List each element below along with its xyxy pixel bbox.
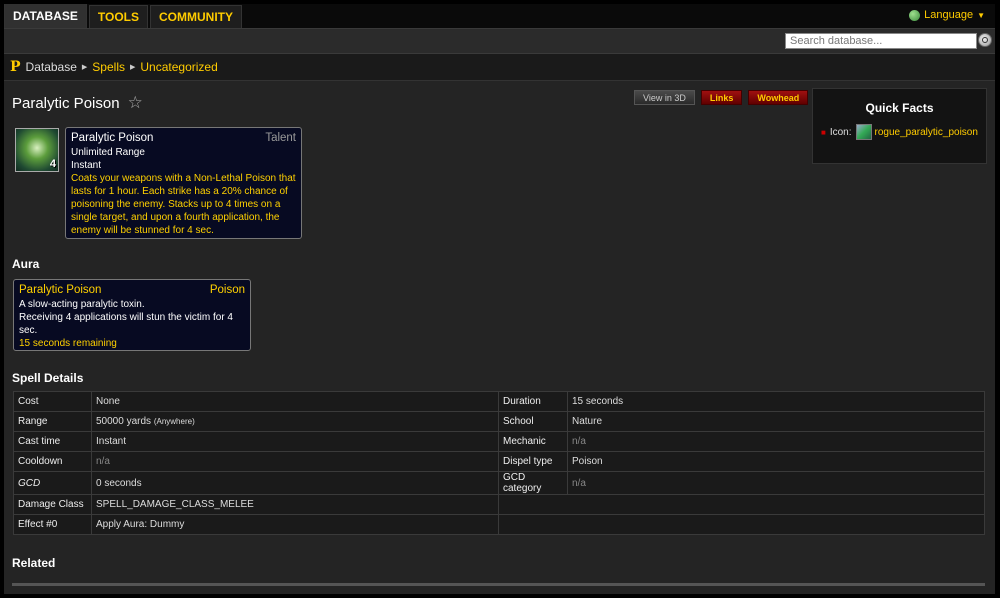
table-row: Cooldown n/a Dispel type Poison xyxy=(13,451,985,472)
breadcrumb-uncategorized[interactable]: Uncategorized xyxy=(140,60,217,74)
quick-facts-icon-label: Icon: xyxy=(829,126,852,138)
site-logo[interactable]: P xyxy=(10,59,21,75)
nav-tab-database[interactable]: DATABASE xyxy=(4,4,87,28)
wowhead-button[interactable]: Wowhead xyxy=(748,90,809,105)
aura-section-title: Aura xyxy=(12,257,40,271)
detail-label: Range xyxy=(13,411,92,432)
table-row: Damage Class SPELL_DAMAGE_CLASS_MELEE xyxy=(13,494,985,515)
detail-value: None xyxy=(91,391,499,412)
spell-thumbnail-icon xyxy=(855,124,872,140)
detail-label: Cooldown xyxy=(13,451,92,472)
detail-label: Duration xyxy=(498,391,568,412)
breadcrumb-database[interactable]: Database xyxy=(26,60,77,74)
empty-cell xyxy=(498,514,985,535)
view-in-3d-button[interactable]: View in 3D xyxy=(634,90,695,105)
detail-value: Instant xyxy=(91,431,499,452)
nav-tab-tools[interactable]: TOOLS xyxy=(88,5,149,28)
tooltip-spell-type: Talent xyxy=(265,132,296,144)
detail-label: Damage Class xyxy=(13,494,92,515)
detail-label: Cost xyxy=(13,391,92,412)
table-row: Effect #0 Apply Aura: Dummy xyxy=(13,514,985,535)
tooltip-spell-name: Paralytic Poison xyxy=(71,132,154,144)
related-tabs-divider xyxy=(12,583,985,586)
quick-facts-icon-row: ■ Icon: rogue_paralytic_poison xyxy=(821,124,986,140)
quick-facts-panel: Quick Facts ■ Icon: rogue_paralytic_pois… xyxy=(812,88,987,164)
language-selector[interactable]: Language ▼ xyxy=(909,9,985,21)
breadcrumb-spells[interactable]: Spells xyxy=(92,60,125,74)
tooltip-cast-time: Instant xyxy=(71,160,102,171)
related-section-title: Related xyxy=(12,556,56,570)
detail-value: SPELL_DAMAGE_CLASS_MELEE xyxy=(91,494,499,515)
table-row: Cost None Duration 15 seconds xyxy=(13,391,985,412)
globe-icon xyxy=(909,9,921,21)
aura-description-1: A slow-acting paralytic toxin. xyxy=(19,299,145,310)
tooltip-range: Unlimited Range xyxy=(71,147,145,158)
top-navigation: DATABASE TOOLS COMMUNITY Language ▼ xyxy=(4,4,995,28)
detail-value: n/a xyxy=(567,471,985,495)
caret-down-icon: ▼ xyxy=(977,10,985,20)
main-content: Paralytic Poison ☆ View in 3D Links Wowh… xyxy=(4,80,995,594)
detail-value: n/a xyxy=(567,431,985,452)
detail-label: Cast time xyxy=(13,431,92,452)
detail-label: Mechanic xyxy=(498,431,568,452)
detail-label: Effect #0 xyxy=(13,514,92,535)
search-bar xyxy=(4,28,995,54)
aura-tooltip: Paralytic Poison Poison A slow-acting pa… xyxy=(13,279,251,351)
detail-value: Nature xyxy=(567,411,985,432)
spell-details-table: Cost None Duration 15 seconds Range 5000… xyxy=(13,391,985,535)
breadcrumb: P Database ▶ Spells ▶ Uncategorized xyxy=(4,54,995,80)
search-input[interactable] xyxy=(785,33,977,49)
table-row: Range 50000 yards (Anywhere) School Natu… xyxy=(13,411,985,432)
detail-value: Apply Aura: Dummy xyxy=(91,514,499,535)
empty-cell xyxy=(498,494,985,515)
action-buttons: View in 3D Links Wowhead xyxy=(634,90,809,105)
aura-description-2: Receiving 4 applications will stun the v… xyxy=(19,312,233,336)
detail-label: Dispel type xyxy=(498,451,568,472)
star-icon[interactable]: ☆ xyxy=(128,93,143,113)
bullet-icon: ■ xyxy=(821,127,826,137)
table-row: Cast time Instant Mechanic n/a xyxy=(13,431,985,452)
table-row: GCD 0 seconds GCD category n/a xyxy=(13,471,985,495)
links-button[interactable]: Links xyxy=(700,90,743,105)
detail-value: n/a xyxy=(91,451,499,472)
aura-type: Poison xyxy=(209,284,245,296)
breadcrumb-separator-icon: ▶ xyxy=(129,64,136,71)
search-icon[interactable] xyxy=(978,33,992,47)
nav-tab-community[interactable]: COMMUNITY xyxy=(150,5,243,28)
detail-label: School xyxy=(498,411,568,432)
quick-facts-title: Quick Facts xyxy=(865,101,934,115)
paralytic-poison-icon: 4 xyxy=(15,128,59,172)
spell-details-title: Spell Details xyxy=(12,371,84,385)
detail-label: GCD category xyxy=(498,471,568,495)
range-value: 50000 yards xyxy=(96,416,152,427)
breadcrumb-separator-icon: ▶ xyxy=(81,64,88,71)
range-note: (Anywhere) xyxy=(153,417,195,426)
stack-count: 4 xyxy=(49,158,56,170)
icon-name-link[interactable]: rogue_paralytic_poison xyxy=(875,127,978,138)
tooltip-description: Coats your weapons with a Non-Lethal Poi… xyxy=(71,173,296,236)
language-label: Language xyxy=(924,9,974,21)
app-frame: DATABASE TOOLS COMMUNITY Language ▼ P Da… xyxy=(4,4,995,594)
detail-value: Poison xyxy=(567,451,985,472)
spell-tooltip: Paralytic Poison Talent Unlimited Range … xyxy=(65,127,302,239)
detail-value: 50000 yards (Anywhere) xyxy=(91,411,499,432)
detail-value: 15 seconds xyxy=(567,391,985,412)
page-title: Paralytic Poison ☆ xyxy=(12,93,143,113)
detail-value: 0 seconds xyxy=(91,471,499,495)
aura-name: Paralytic Poison xyxy=(19,284,102,296)
detail-label: GCD xyxy=(13,471,92,495)
aura-remaining: 15 seconds remaining xyxy=(19,338,117,349)
page-title-text: Paralytic Poison xyxy=(12,94,120,112)
